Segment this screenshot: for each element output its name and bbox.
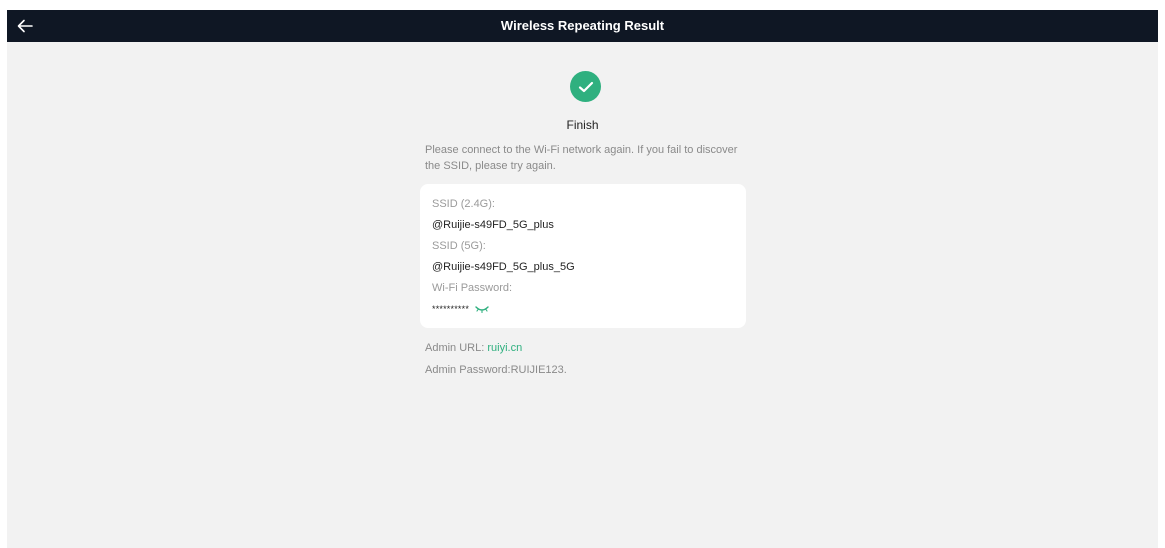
wifi-password-label: Wi-Fi Password: [432,282,513,294]
ssid-24g-value: @Ruijie-s49FD_5G_plus [432,219,554,231]
ssid-5g-label: SSID (5G): [432,240,486,252]
wifi-password-value: ********** [432,304,470,314]
page-frame: Wireless Repeating Result Finish Please … [7,10,1158,548]
ssid-24g-label: SSID (2.4G): [432,198,495,210]
page-title: Wireless Repeating Result [500,18,665,33]
admin-url-link[interactable]: ruiyi.cn [487,342,522,354]
status-message: Please connect to the Wi-Fi network agai… [425,144,738,172]
check-circle-icon [570,71,601,102]
ssid-5g-value: @Ruijie-s49FD_5G_plus_5G [432,261,575,273]
wifi-info-card: SSID (2.4G): @Ruijie-s49FD_5G_plus SSID … [420,184,746,328]
status-title: Finish [566,118,599,132]
admin-url-label: Admin URL: [425,342,488,354]
password-toggle-button[interactable] [475,304,489,314]
admin-password-text: Admin Password:RUIJIE123. [425,364,567,376]
top-bar: Wireless Repeating Result [7,10,1158,42]
eye-closed-icon [475,306,489,313]
wifi-password-row: ********** [432,302,489,316]
admin-url-line: Admin URL: ruiyi.cn [425,342,522,354]
